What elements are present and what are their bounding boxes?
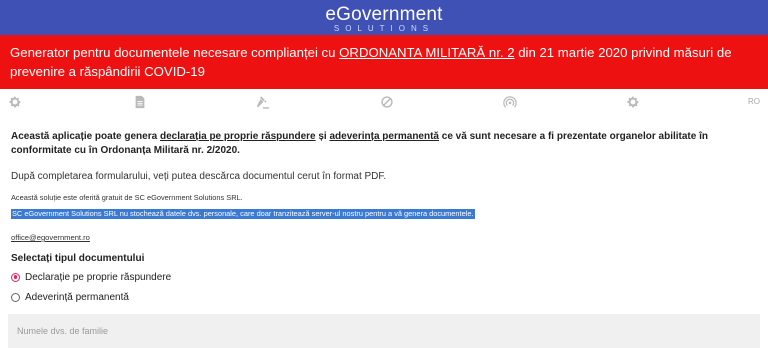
radio-button-selected[interactable] — [11, 272, 20, 282]
language-selector[interactable]: RO — [748, 97, 760, 106]
document-type-heading: Selectați tipul documentului — [11, 253, 145, 264]
main-content: Această aplicație poate genera declarați… — [11, 130, 761, 305]
announcement-banner: Generator pentru documentele necesare co… — [0, 35, 768, 89]
broadcast-icon[interactable] — [503, 95, 517, 109]
prohibited-icon[interactable] — [380, 95, 394, 109]
radio-label: Adeverință permanentă — [25, 291, 129, 303]
logo-subtext: SOLUTIONS — [333, 23, 435, 33]
last-name-input[interactable] — [8, 314, 760, 348]
declaratie-link[interactable]: declarația pe proprie răspundere — [160, 131, 316, 142]
radio-button[interactable] — [11, 292, 20, 302]
intro-and: și — [315, 131, 330, 142]
contact-email-link[interactable]: office@egovernment.ro — [11, 233, 761, 242]
privacy-text: SC eGovernment Solutions SRL nu stocheaz… — [11, 209, 475, 219]
banner-text-before: Generator pentru documentele necesare co… — [10, 45, 340, 60]
top-header-bar: eGovernment SOLUTIONS — [0, 0, 768, 35]
ordonanta-link[interactable]: ORDONANTA MILITARĂ nr. 2 — [339, 45, 514, 60]
gear-icon[interactable] — [626, 95, 640, 109]
offer-text: Această soluție este oferită gratuit de … — [11, 193, 243, 202]
download-info: După completarea formularului, veți pute… — [11, 171, 387, 182]
icon-toolbar: RO — [0, 92, 768, 114]
radio-option-adeverinta[interactable]: Adeverință permanentă — [11, 289, 761, 305]
intro-paragraph: Această aplicație poate genera declarați… — [11, 130, 761, 158]
radio-option-declaratie[interactable]: Declarație pe proprie răspundere — [11, 269, 761, 285]
adeverinta-link[interactable]: adeverința permanentă — [330, 131, 440, 142]
intro-text: Această aplicație poate genera — [11, 131, 160, 142]
radio-label: Declarație pe proprie răspundere — [25, 271, 172, 283]
gavel-icon[interactable] — [256, 95, 270, 109]
egovernment-logo[interactable]: eGovernment SOLUTIONS — [304, 3, 464, 33]
logo-text: eGovernment — [325, 3, 443, 25]
document-icon[interactable] — [133, 95, 147, 109]
gear-icon[interactable] — [8, 95, 22, 109]
